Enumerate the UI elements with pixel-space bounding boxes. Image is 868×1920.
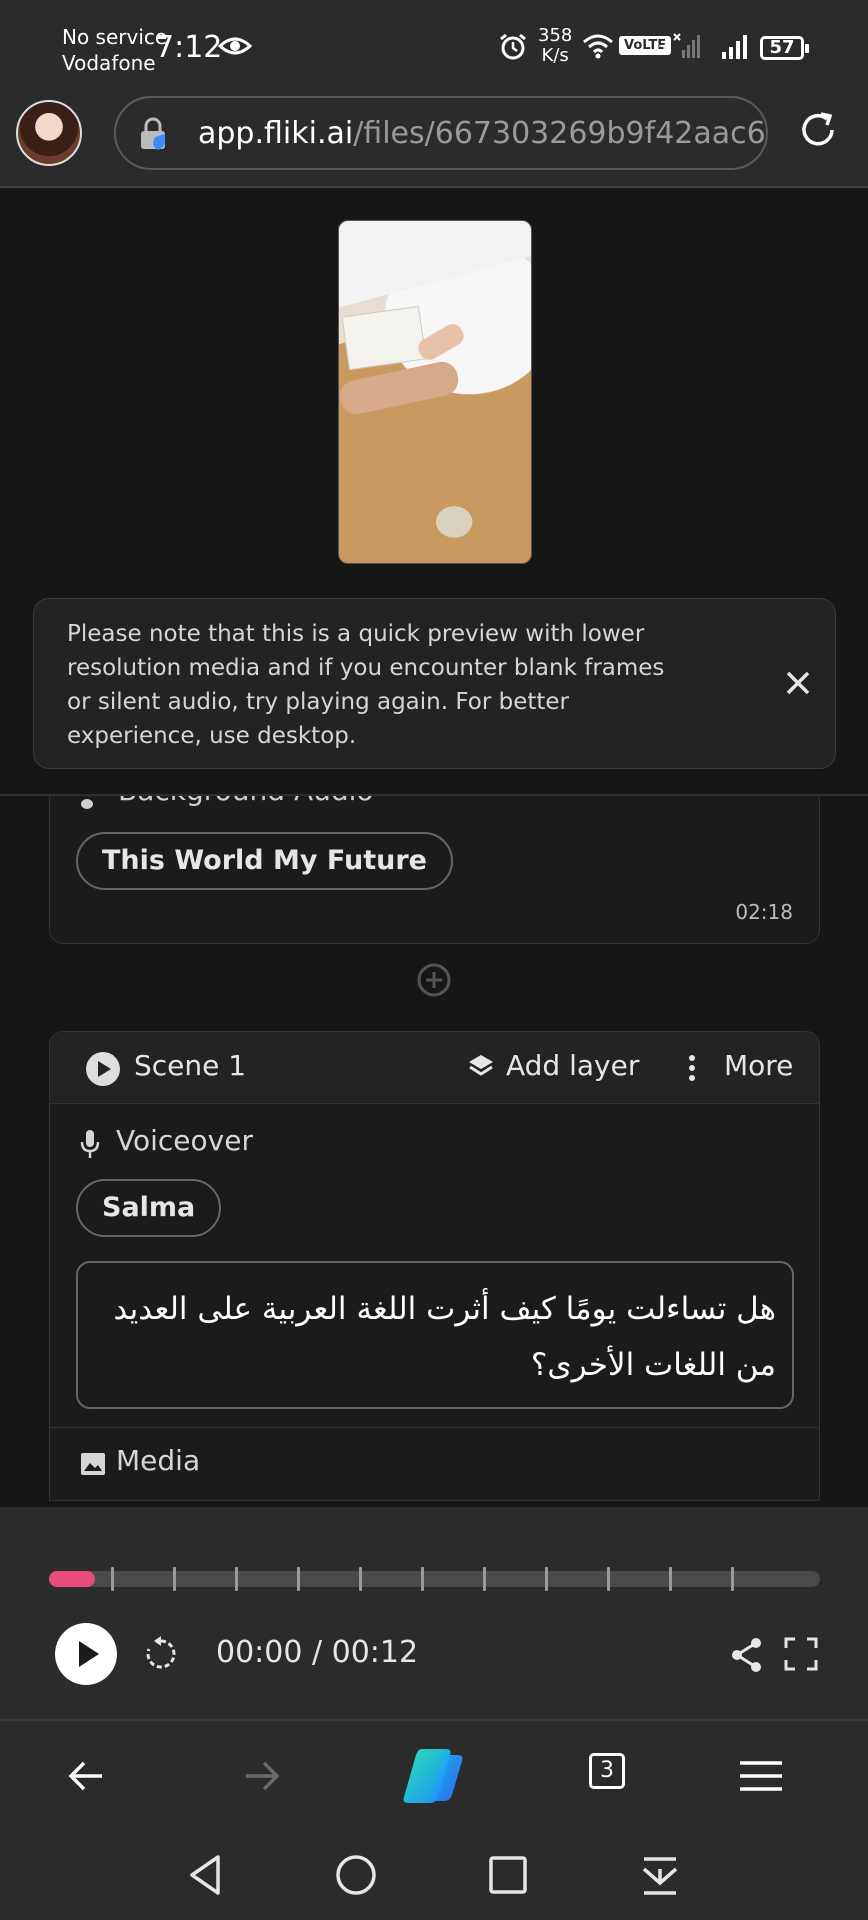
progress-tick bbox=[607, 1567, 610, 1591]
url-host: app.fliki.ai bbox=[198, 116, 354, 151]
preview-book bbox=[341, 305, 427, 371]
background-audio-title: Background Audio bbox=[118, 796, 374, 807]
preview-hand bbox=[414, 320, 468, 364]
signal-icon bbox=[722, 35, 747, 59]
progress-tick bbox=[173, 1567, 176, 1591]
background-audio-card: Background Audio This World My Future 02… bbox=[49, 796, 820, 944]
progress-tick bbox=[483, 1567, 486, 1591]
scene-title[interactable]: Scene 1 bbox=[134, 1049, 246, 1082]
divider bbox=[50, 1427, 819, 1428]
tabs-count-button[interactable]: 3 bbox=[589, 1753, 625, 1789]
forward-icon[interactable] bbox=[236, 1751, 286, 1801]
progress-tick bbox=[235, 1567, 238, 1591]
progress-bar[interactable] bbox=[49, 1567, 820, 1591]
eye-icon bbox=[218, 37, 252, 55]
progress-fill bbox=[49, 1571, 95, 1587]
audio-track-chip[interactable]: This World My Future bbox=[76, 832, 453, 890]
progress-tick bbox=[545, 1567, 548, 1591]
close-icon[interactable] bbox=[780, 665, 816, 701]
replay-icon[interactable] bbox=[142, 1635, 180, 1673]
url-path: /files/667303269b9f42aac6251 bbox=[353, 116, 766, 151]
alarm-icon bbox=[500, 33, 526, 60]
progress-tick bbox=[297, 1567, 300, 1591]
audio-duration: 02:18 bbox=[735, 900, 793, 924]
fullscreen-icon[interactable] bbox=[784, 1637, 818, 1671]
share-icon[interactable] bbox=[730, 1637, 764, 1673]
music-note-icon bbox=[81, 799, 93, 809]
system-recents-icon[interactable] bbox=[484, 1851, 532, 1899]
carrier-line-1: No service bbox=[62, 25, 168, 49]
progress-tick bbox=[359, 1567, 362, 1591]
carrier-info: No service Vodafone bbox=[62, 24, 167, 76]
scene-header: Scene 1 Add layer More bbox=[50, 1032, 819, 1104]
status-bar: No service Vodafone 7:12 358 K/s VoLTE 2… bbox=[0, 0, 868, 88]
more-button[interactable]: More bbox=[724, 1049, 793, 1082]
url-text[interactable]: app.fliki.ai/files/667303269b9f42aac6251 bbox=[198, 116, 766, 151]
progress-tick bbox=[669, 1567, 672, 1591]
video-preview[interactable] bbox=[338, 220, 532, 564]
menu-icon[interactable] bbox=[736, 1751, 786, 1801]
voice-selector-chip[interactable]: Salma bbox=[76, 1179, 222, 1237]
image-icon bbox=[81, 1453, 105, 1475]
scene-play-icon[interactable] bbox=[86, 1052, 120, 1086]
layers-icon[interactable] bbox=[467, 1052, 495, 1080]
back-icon[interactable] bbox=[62, 1751, 112, 1801]
reload-icon[interactable] bbox=[796, 108, 840, 152]
scene-card: Scene 1 Add layer More Voiceover Salma ه… bbox=[49, 1031, 820, 1501]
system-notification-pull-icon[interactable] bbox=[636, 1851, 684, 1899]
script-textarea[interactable]: هل تساءلت يومًا كيف أثرت اللغة العربية ع… bbox=[76, 1261, 794, 1409]
battery-indicator: 57 bbox=[760, 36, 809, 60]
progress-tick bbox=[731, 1567, 734, 1591]
system-navigation-bar bbox=[0, 1829, 868, 1920]
add-layer-button[interactable]: Add layer bbox=[506, 1049, 639, 1082]
wifi-icon bbox=[583, 34, 613, 59]
copilot-icon[interactable] bbox=[400, 1745, 466, 1807]
more-vertical-icon[interactable] bbox=[688, 1055, 696, 1081]
signal-icon-sim2 bbox=[673, 33, 700, 58]
site-lock-icon[interactable] bbox=[138, 117, 168, 151]
preview-notice: Please note that this is a quick preview… bbox=[33, 598, 836, 769]
sim-slot-label: 2 bbox=[658, 44, 667, 59]
notice-text: Please note that this is a quick preview… bbox=[67, 621, 665, 749]
network-speed-unit: K/s bbox=[541, 45, 569, 66]
address-bar[interactable]: app.fliki.ai/files/667303269b9f42aac6251 bbox=[114, 96, 768, 170]
clock: 7:12 bbox=[155, 30, 223, 65]
browser-toolbar: app.fliki.ai/files/667303269b9f42aac6251 bbox=[0, 88, 868, 188]
browser-bottom-nav: 3 bbox=[0, 1719, 868, 1829]
avatar[interactable] bbox=[16, 100, 82, 166]
system-home-icon[interactable] bbox=[332, 1851, 380, 1899]
play-button[interactable] bbox=[55, 1623, 117, 1685]
media-thumbnail[interactable] bbox=[78, 1500, 150, 1501]
voiceover-label: Voiceover bbox=[116, 1124, 253, 1157]
network-speed: 358 K/s bbox=[538, 26, 572, 66]
carrier-line-2: Vodafone bbox=[62, 51, 156, 75]
progress-tick bbox=[111, 1567, 114, 1591]
media-label: Media bbox=[116, 1444, 201, 1477]
player-controls: 00:00 / 00:12 bbox=[0, 1507, 868, 1719]
system-back-icon[interactable] bbox=[182, 1851, 230, 1899]
add-scene-icon[interactable] bbox=[416, 962, 452, 998]
microphone-icon bbox=[80, 1130, 100, 1158]
network-speed-value: 358 bbox=[538, 25, 573, 46]
progress-tick bbox=[421, 1567, 424, 1591]
playback-time: 00:00 / 00:12 bbox=[216, 1635, 419, 1670]
